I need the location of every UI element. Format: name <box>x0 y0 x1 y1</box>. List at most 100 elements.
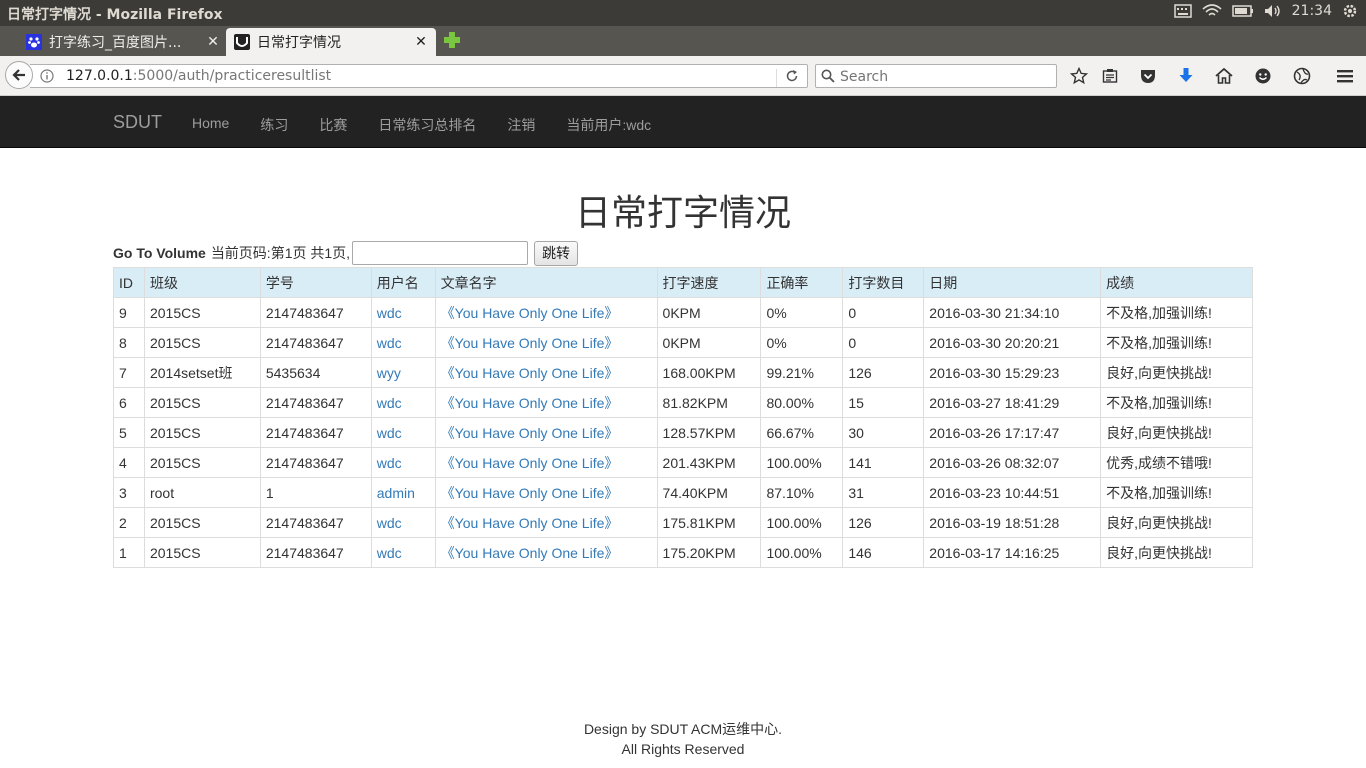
article-link[interactable]: 《You Have Only One Life》 <box>441 395 619 411</box>
cell-date: 2016-03-26 08:32:07 <box>923 447 1102 478</box>
article-link[interactable]: 《You Have Only One Life》 <box>441 335 619 351</box>
nav-current-user[interactable]: 当前用户:wdc <box>566 115 651 135</box>
search-input[interactable] <box>838 66 1052 88</box>
cell-grade: 不及格,加强训练! <box>1100 297 1253 328</box>
wifi-icon[interactable] <box>1202 4 1222 18</box>
os-top-bar: 日常打字情况 - Mozilla Firefox 21:34 <box>0 0 1366 26</box>
cell-date: 2016-03-30 20:20:21 <box>923 327 1102 358</box>
cell-grade: 优秀,成绩不错哦! <box>1100 447 1253 478</box>
cell-class: root <box>143 477 261 508</box>
bookmark-star-icon[interactable] <box>1069 66 1089 86</box>
hello-chat-icon[interactable] <box>1253 66 1273 86</box>
cell-class: 2015CS <box>143 447 261 478</box>
back-button[interactable] <box>5 61 33 89</box>
keyboard-icon[interactable] <box>1173 4 1192 18</box>
cell-date: 2016-03-30 15:29:23 <box>923 357 1102 388</box>
back-arrow-icon <box>12 69 25 81</box>
new-tab-plus-icon[interactable] <box>443 31 463 51</box>
cell-word-count: 30 <box>842 417 925 448</box>
nav-practice[interactable]: 练习 <box>260 115 288 135</box>
nav-home[interactable]: Home <box>192 115 229 135</box>
column-header-class: 班级 <box>143 267 261 298</box>
cell-date: 2016-03-23 10:44:51 <box>923 477 1102 508</box>
username-link[interactable]: wdc <box>377 515 402 531</box>
table-row: 5 2015CS 2147483647 wdc 《You Have Only One L… <box>113 417 1253 448</box>
tab-strip: 打字练习_百度图片... ✕ 日常打字情况 ✕ <box>0 26 1366 56</box>
tab-baidu-images[interactable]: 打字练习_百度图片... ✕ <box>18 28 228 56</box>
site-brand[interactable]: SDUT <box>113 112 162 133</box>
cell-username: admin <box>370 477 436 508</box>
info-icon[interactable] <box>40 69 54 87</box>
nav-logout[interactable]: 注销 <box>507 115 535 135</box>
article-link[interactable]: 《You Have Only One Life》 <box>441 485 619 501</box>
cell-article: 《You Have Only One Life》 <box>434 477 658 508</box>
window-title: 日常打字情况 - Mozilla Firefox <box>7 7 223 23</box>
cell-speed: 175.20KPM <box>656 537 762 568</box>
hamburger-menu-icon[interactable] <box>1335 66 1355 86</box>
search-bar[interactable] <box>815 64 1057 88</box>
pocket-icon[interactable] <box>1138 66 1158 86</box>
results-table: ID 班级 学号 用户名 文章名字 打字速度 正确率 打字数目 日期 成绩 9 2015CS 2147… <box>113 267 1253 568</box>
cell-speed: 168.00KPM <box>656 357 762 388</box>
cell-speed: 81.82KPM <box>656 387 762 418</box>
cell-id: 4 <box>113 447 145 478</box>
article-link[interactable]: 《You Have Only One Life》 <box>441 365 619 381</box>
column-header-accuracy: 正确率 <box>760 267 844 298</box>
home-icon[interactable] <box>1214 66 1234 86</box>
username-link[interactable]: wdc <box>377 455 402 471</box>
cell-word-count: 126 <box>842 357 925 388</box>
goto-label: Go To Volume <box>113 245 206 261</box>
cell-article: 《You Have Only One Life》 <box>434 417 658 448</box>
username-link[interactable]: wdc <box>377 545 402 561</box>
username-link[interactable]: wdc <box>377 395 402 411</box>
cell-date: 2016-03-17 14:16:25 <box>923 537 1102 568</box>
nav-contest[interactable]: 比赛 <box>319 115 347 135</box>
username-link[interactable]: wyy <box>377 365 401 381</box>
cell-accuracy: 0% <box>760 327 844 358</box>
cell-id: 8 <box>113 327 145 358</box>
table-row: 6 2015CS 2147483647 wdc 《You Have Only One L… <box>113 387 1253 418</box>
cell-word-count: 0 <box>842 327 925 358</box>
cell-id: 1 <box>113 537 145 568</box>
username-link[interactable]: wdc <box>377 335 402 351</box>
article-link[interactable]: 《You Have Only One Life》 <box>441 545 619 561</box>
settings-gear-icon[interactable] <box>1342 3 1358 19</box>
clock[interactable]: 21:34 <box>1292 3 1332 19</box>
close-icon[interactable]: ✕ <box>204 34 222 50</box>
cell-id: 6 <box>113 387 145 418</box>
footer-rights: All Rights Reserved <box>621 741 745 757</box>
cell-class: 2015CS <box>143 327 261 358</box>
jump-button[interactable]: 跳转 <box>534 240 579 266</box>
article-link[interactable]: 《You Have Only One Life》 <box>441 515 619 531</box>
cell-date: 2016-03-19 18:51:28 <box>923 507 1102 538</box>
browser-menu-globe-icon[interactable] <box>1292 66 1312 86</box>
nav-links: Home 练习 比赛 日常练习总排名 注销 当前用户:wdc <box>192 115 682 135</box>
cell-student-no: 2147483647 <box>259 327 372 358</box>
url-bar[interactable]: 127.0.0.1:5000/auth/practiceresultlist <box>30 64 808 88</box>
cell-word-count: 0 <box>842 297 925 328</box>
tab-typing-status[interactable]: 日常打字情况 ✕ <box>226 28 436 56</box>
cell-article: 《You Have Only One Life》 <box>434 357 658 388</box>
nav-overall-ranking[interactable]: 日常练习总排名 <box>378 115 476 135</box>
cell-grade: 良好,向更快挑战! <box>1100 537 1253 568</box>
article-link[interactable]: 《You Have Only One Life》 <box>441 455 619 471</box>
downloads-icon[interactable] <box>1176 66 1196 86</box>
username-link[interactable]: wdc <box>377 305 402 321</box>
search-icon <box>821 69 835 83</box>
reload-icon[interactable] <box>776 69 799 87</box>
close-icon[interactable]: ✕ <box>412 34 430 50</box>
url-text[interactable]: 127.0.0.1:5000/auth/practiceresultlist <box>66 68 331 84</box>
volume-icon[interactable] <box>1264 4 1282 18</box>
username-link[interactable]: wdc <box>377 425 402 441</box>
article-link[interactable]: 《You Have Only One Life》 <box>441 305 619 321</box>
site-navbar: SDUT Home 练习 比赛 日常练习总排名 注销 当前用户:wdc <box>0 96 1366 148</box>
cell-student-no: 5435634 <box>259 357 372 388</box>
battery-icon[interactable] <box>1231 5 1254 17</box>
cell-grade: 不及格,加强训练! <box>1100 477 1253 508</box>
article-link[interactable]: 《You Have Only One Life》 <box>441 425 619 441</box>
cell-grade: 不及格,加强训练! <box>1100 387 1253 418</box>
cell-class: 2015CS <box>143 297 261 328</box>
username-link[interactable]: admin <box>377 485 415 501</box>
page-number-input[interactable] <box>352 241 529 265</box>
reading-list-icon[interactable] <box>1100 66 1120 86</box>
